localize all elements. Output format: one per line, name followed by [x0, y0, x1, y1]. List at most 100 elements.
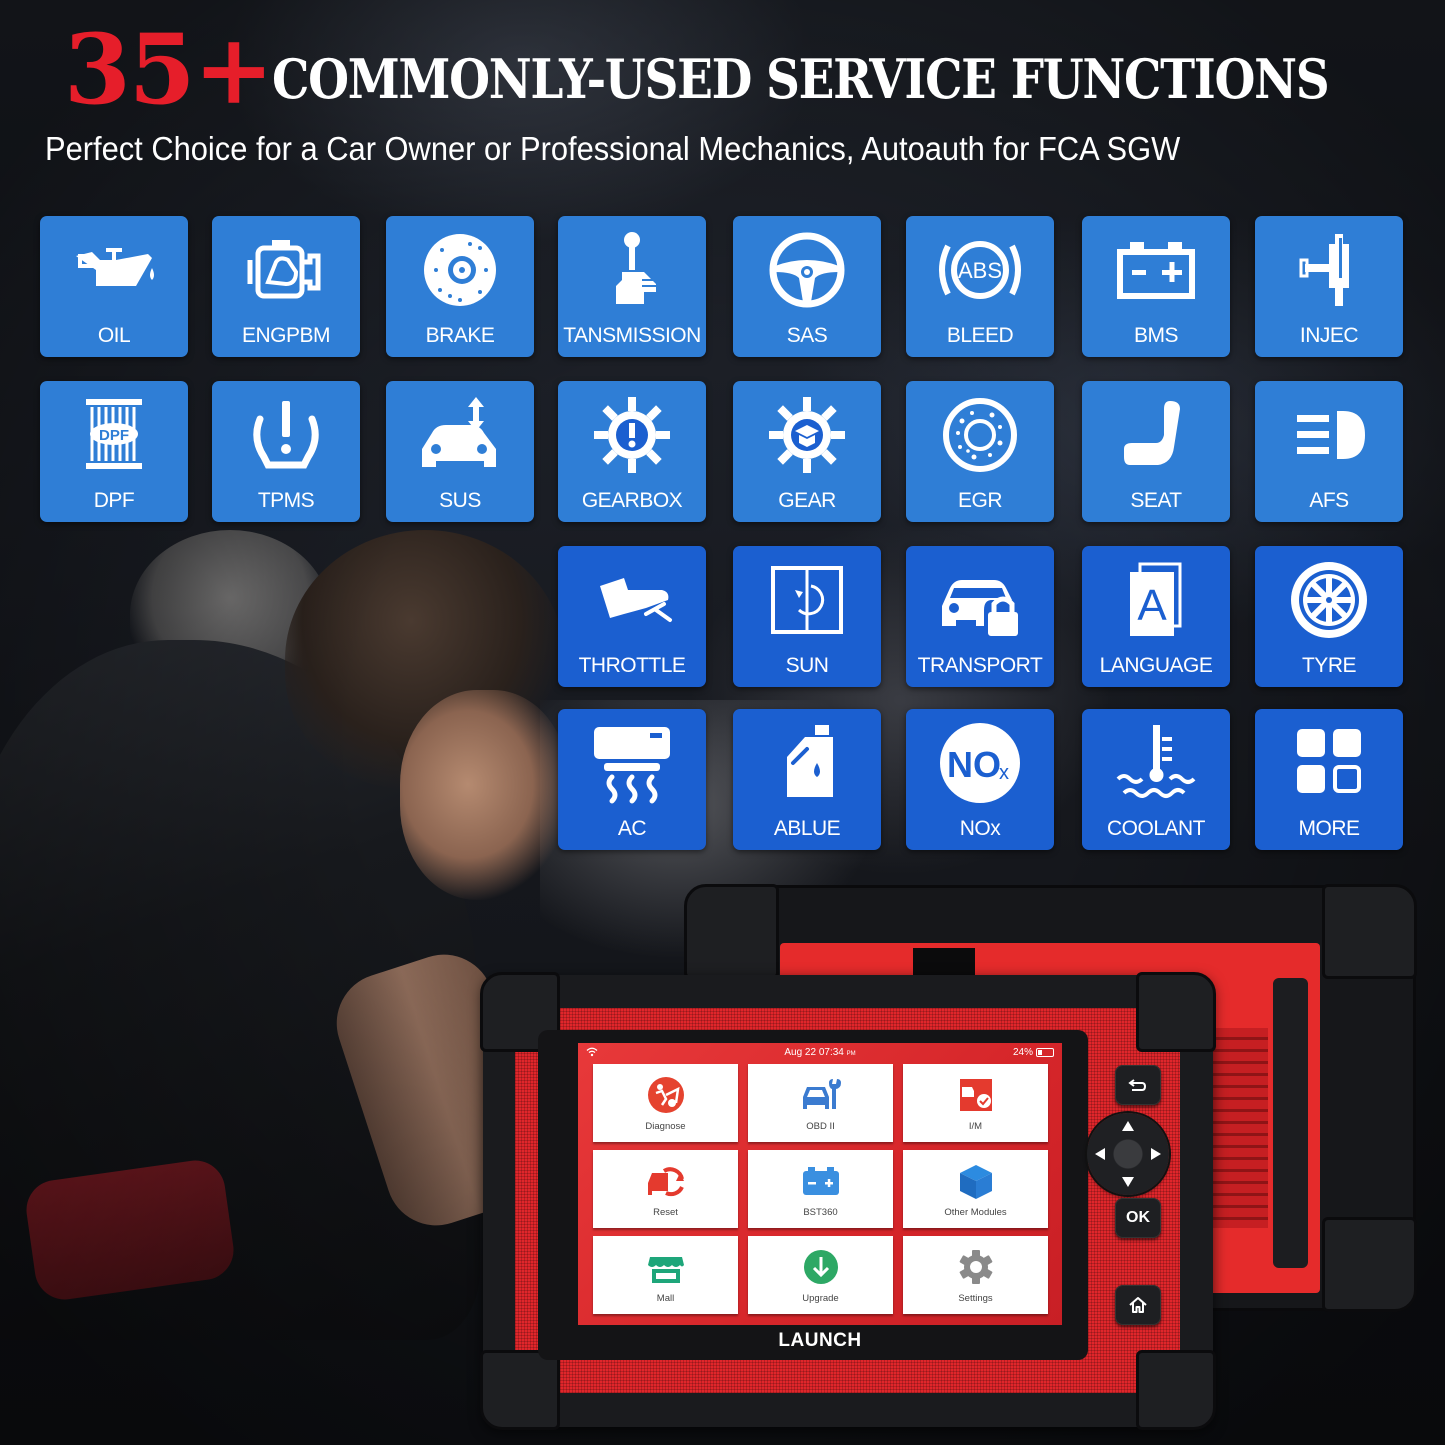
function-tile-sun[interactable]: SUN — [733, 546, 881, 687]
dpad-right[interactable] — [1151, 1148, 1161, 1160]
engine-icon — [238, 226, 334, 312]
function-tile-gear[interactable]: GEAR — [733, 381, 881, 522]
language-icon: A — [1108, 556, 1204, 642]
egr-valve-icon — [932, 391, 1028, 477]
svg-text:DPF: DPF — [99, 427, 129, 444]
app-label: Upgrade — [802, 1292, 839, 1304]
dpad-left[interactable] — [1095, 1148, 1105, 1160]
bumper-corner — [1136, 1350, 1216, 1430]
function-tile-label: INJEC — [1299, 324, 1359, 347]
coolant-temp-icon — [1108, 719, 1204, 805]
function-tile-engpbm[interactable]: ENGPBM — [212, 216, 360, 357]
diagnose-icon — [647, 1076, 684, 1113]
function-tile-bleed[interactable]: ABS BLEED — [906, 216, 1054, 357]
function-tile-bms[interactable]: BMS — [1082, 216, 1230, 357]
function-tile-throttle[interactable]: THROTTLE — [558, 546, 706, 687]
battery-test-icon — [802, 1166, 839, 1195]
function-tile-label: TRANSPORT — [917, 654, 1043, 677]
app-upgrade[interactable]: Upgrade — [748, 1236, 893, 1314]
bumper-corner — [1322, 1217, 1417, 1312]
function-tile-label: TYRE — [1301, 654, 1357, 677]
gear-shift-icon — [584, 226, 680, 312]
im-readiness-icon — [959, 1078, 992, 1111]
function-tile-language[interactable]: A LANGUAGE — [1082, 546, 1230, 687]
bumper-corner — [480, 1350, 560, 1430]
function-tile-label: ENGPBM — [241, 324, 331, 347]
function-tile-label: DPF — [93, 489, 135, 512]
app-other-modules[interactable]: Other Modules — [903, 1150, 1048, 1228]
function-tile-label: MORE — [1298, 817, 1361, 840]
function-tile-afs[interactable]: AFS — [1255, 381, 1403, 522]
function-tile-label: EGR — [957, 489, 1003, 512]
hero-count: 35+ — [64, 13, 274, 126]
app-obd-ii[interactable]: OBD II — [748, 1064, 893, 1142]
function-tile-more[interactable]: MORE — [1255, 709, 1403, 850]
reset-car-icon — [647, 1166, 684, 1196]
gear-learn-icon — [759, 391, 855, 477]
function-tile-dpf[interactable]: DPF DPF — [40, 381, 188, 522]
app-i-m[interactable]: I/M — [903, 1064, 1048, 1142]
svg-text:ABS: ABS — [958, 258, 1002, 283]
app-bst360[interactable]: BST360 — [748, 1150, 893, 1228]
app-mall[interactable]: Mall — [593, 1236, 738, 1314]
function-tile-gearbox[interactable]: GEARBOX — [558, 381, 706, 522]
abs-icon: ABS — [932, 226, 1028, 312]
function-tile-label: COOLANT — [1106, 817, 1206, 840]
app-reset[interactable]: Reset — [593, 1150, 738, 1228]
bumper-corner — [1136, 972, 1216, 1052]
battery-icon — [1036, 1048, 1054, 1057]
obd-car-wrench-icon — [802, 1078, 841, 1109]
status-bar: Aug 22 07:34 PM 24% — [578, 1043, 1062, 1063]
function-tile-tansmission[interactable]: TANSMISSION — [558, 216, 706, 357]
svg-text:NO: NO — [947, 744, 1001, 785]
function-tile-sas[interactable]: SAS — [733, 216, 881, 357]
function-tile-egr[interactable]: EGR — [906, 381, 1054, 522]
battery-icon — [1108, 226, 1204, 312]
function-tile-label: SUN — [785, 654, 829, 677]
status-time: Aug 22 07:34 PM — [784, 1047, 856, 1058]
function-tile-label: AC — [617, 817, 647, 840]
function-tile-seat[interactable]: SEAT — [1082, 381, 1230, 522]
function-tile-label: TPMS — [257, 489, 315, 512]
gear-warning-icon — [584, 391, 680, 477]
function-tile-label: SUS — [439, 489, 481, 512]
app-label: Mall — [656, 1292, 675, 1304]
bumper-corner — [684, 884, 779, 979]
home-button[interactable] — [1115, 1285, 1161, 1325]
app-diagnose[interactable]: Diagnose — [593, 1064, 738, 1142]
hero-title: COMMONLY-USED SERVICE FUNCTIONS — [272, 47, 1330, 111]
function-tile-label: NOx — [959, 817, 1001, 840]
app-label: OBD II — [806, 1120, 835, 1132]
function-tile-ac[interactable]: AC — [558, 709, 706, 850]
function-tile-tpms[interactable]: TPMS — [212, 381, 360, 522]
function-tile-label: AFS — [1309, 489, 1349, 512]
function-tile-transport[interactable]: TRANSPORT — [906, 546, 1054, 687]
app-settings[interactable]: Settings — [903, 1236, 1048, 1314]
function-tile-label: THROTTLE — [578, 654, 686, 677]
function-tile-tyre[interactable]: TYRE — [1255, 546, 1403, 687]
back-button[interactable] — [1115, 1065, 1161, 1105]
direction-pad[interactable] — [1087, 1113, 1169, 1195]
function-tile-label: BRAKE — [425, 324, 495, 347]
download-icon — [803, 1249, 838, 1284]
scanner-front-view: Aug 22 07:34 PM 24% Diagnose OBD II I/M … — [480, 972, 1216, 1430]
function-tile-oil[interactable]: OIL — [40, 216, 188, 357]
ok-button[interactable]: OK — [1115, 1198, 1161, 1238]
brand-logo: LAUNCH — [778, 1330, 862, 1351]
svg-text:x: x — [999, 762, 1009, 784]
steering-wheel-icon — [759, 226, 855, 312]
function-tile-coolant[interactable]: COOLANT — [1082, 709, 1230, 850]
app-label: Diagnose — [645, 1120, 686, 1132]
function-tile-label: LANGUAGE — [1099, 654, 1213, 677]
function-tile-nox[interactable]: NO x NOx — [906, 709, 1054, 850]
function-tile-brake[interactable]: BRAKE — [386, 216, 534, 357]
function-tile-sus[interactable]: SUS — [386, 381, 534, 522]
battery-percent: 24% — [1012, 1047, 1033, 1058]
function-tile-ablue[interactable]: ABLUE — [733, 709, 881, 850]
settings-gear-icon — [959, 1249, 992, 1284]
dpad-down[interactable] — [1122, 1177, 1134, 1187]
vent-grille — [1213, 1028, 1268, 1228]
function-tile-injec[interactable]: INJEC — [1255, 216, 1403, 357]
brake-disc-icon — [412, 226, 508, 312]
dpad-up[interactable] — [1122, 1121, 1134, 1131]
